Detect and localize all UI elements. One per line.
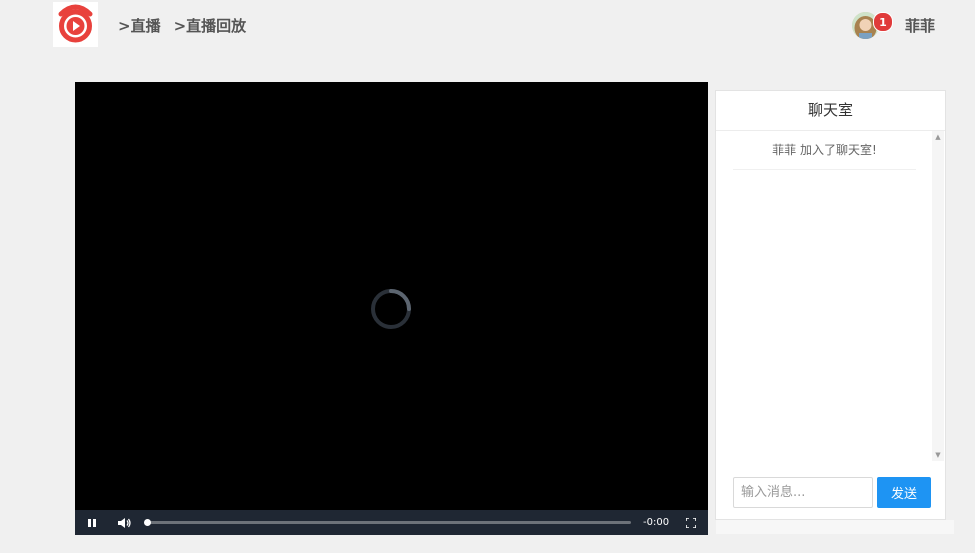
nav-link-replay[interactable]: >直播回放 <box>174 15 247 35</box>
video-player[interactable]: -0:00 <box>75 82 708 535</box>
video-controls: -0:00 <box>75 510 708 535</box>
chat-message-list[interactable]: 菲菲 加入了聊天室! <box>716 131 933 451</box>
time-remaining: -0:00 <box>643 517 670 528</box>
pause-button[interactable] <box>81 510 103 535</box>
username[interactable]: 菲菲 <box>905 15 935 36</box>
notification-badge[interactable]: 1 <box>872 12 893 32</box>
chat-title: 聊天室 <box>716 91 945 131</box>
chat-scrollbar[interactable]: ▲ ▼ <box>932 131 944 461</box>
scroll-down-icon[interactable]: ▼ <box>932 449 944 461</box>
chat-message: 菲菲 加入了聊天室! <box>733 141 916 170</box>
user-menu[interactable]: 1 菲菲 <box>851 10 935 40</box>
volume-icon <box>118 517 131 528</box>
page: >直播 >直播回放 1 菲菲 -0:00 聊天室 菲菲 加入了聊天室! ▲ ▼ … <box>0 0 975 553</box>
pause-icon <box>88 518 96 527</box>
volume-button[interactable] <box>113 510 137 535</box>
logo-icon[interactable] <box>53 2 98 47</box>
chat-message-input[interactable] <box>733 477 873 508</box>
fullscreen-icon <box>686 517 696 528</box>
loading-spinner-icon <box>370 288 412 330</box>
send-button[interactable]: 发送 <box>877 477 931 508</box>
chat-panel-shadow <box>716 520 954 534</box>
nav-link-live[interactable]: >直播 <box>118 15 161 35</box>
progress-handle[interactable] <box>144 519 151 526</box>
chat-panel: 聊天室 菲菲 加入了聊天室! ▲ ▼ 发送 <box>715 90 946 520</box>
breadcrumb-nav: >直播 >直播回放 <box>118 15 246 35</box>
fullscreen-button[interactable] <box>680 510 702 535</box>
scroll-up-icon[interactable]: ▲ <box>932 131 944 143</box>
progress-bar[interactable] <box>144 519 631 526</box>
